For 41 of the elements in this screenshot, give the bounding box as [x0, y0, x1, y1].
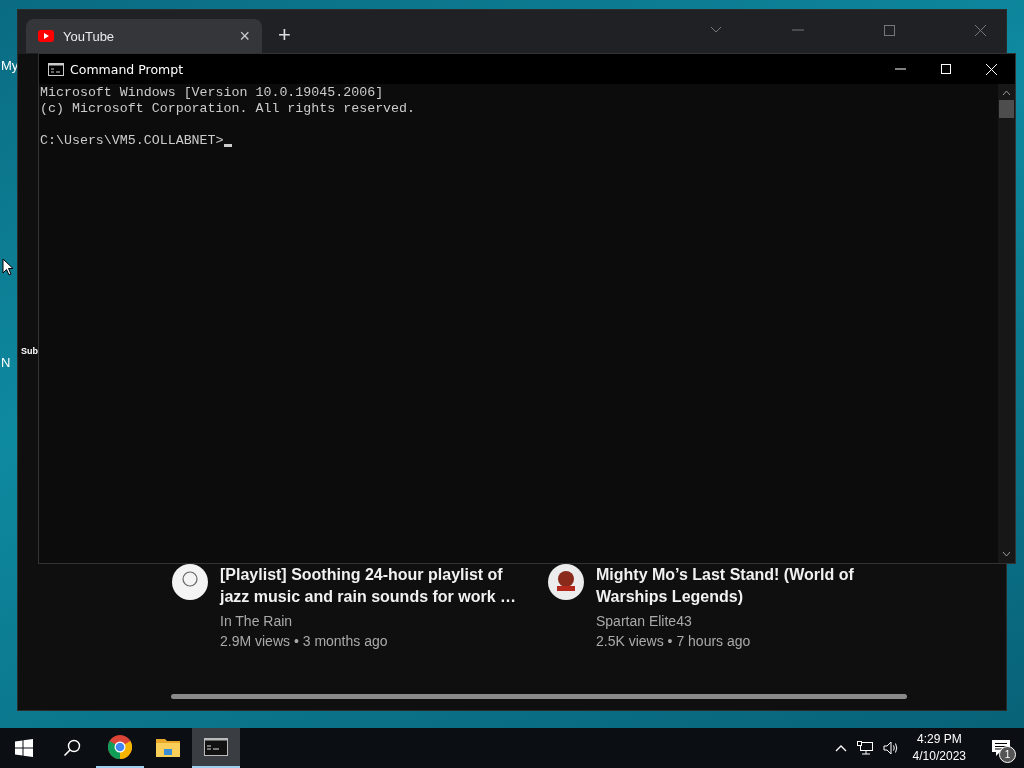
tab-title: YouTube: [63, 28, 116, 44]
sidebar-label[interactable]: Sub: [21, 346, 38, 356]
video-stats: 2.5K views • 7 hours ago: [596, 632, 752, 651]
mouse-cursor-icon: [2, 258, 14, 276]
command-prompt: C:\Users\VM5.COLLABNET>: [40, 133, 224, 149]
channel-avatar-icon[interactable]: [548, 564, 584, 600]
scroll-up-icon[interactable]: [1002, 90, 1011, 96]
desktop-icon-label[interactable]: My: [1, 58, 19, 73]
horizontal-scrollbar[interactable]: [171, 694, 907, 699]
windows-logo-icon: [15, 739, 33, 757]
video-stats: 2.9M views • 3 months ago: [220, 632, 389, 651]
video-title[interactable]: Mighty Mo’s Last Stand! (World of Warships Legends): [596, 564, 896, 608]
new-tab-button[interactable]: +: [278, 22, 291, 48]
notification-count-badge: 1: [999, 746, 1016, 763]
desktop-icon-label[interactable]: N: [1, 355, 11, 370]
video-title[interactable]: [Playlist] Soothing 24-hour playlist of jazz music and rain sounds for work …: [220, 564, 520, 608]
console-icon: [204, 738, 228, 756]
folder-icon: [156, 737, 180, 757]
search-icon: [63, 739, 81, 757]
clock-time[interactable]: 4:29 PM: [916, 731, 962, 748]
clock-date[interactable]: 4/10/2023: [912, 748, 966, 765]
console-output: Microsoft Windows [Version 10.0.19045.2006]: [40, 85, 385, 101]
console-output: (c) Microsoft Corporation. All rights reserved.: [40, 101, 417, 117]
speaker-icon[interactable]: [882, 741, 899, 755]
console-taskbar-button[interactable]: [192, 728, 240, 768]
console-icon: [48, 62, 64, 76]
browser-tab[interactable]: YouTube ×: [26, 19, 262, 53]
show-hidden-icons-icon[interactable]: [834, 744, 847, 752]
channel-avatar-icon[interactable]: [172, 564, 208, 600]
vertical-scrollbar[interactable]: [998, 84, 1015, 563]
channel-name[interactable]: Spartan Elite43: [596, 611, 896, 631]
network-icon[interactable]: [856, 741, 873, 755]
window-title: Command Prompt: [70, 61, 184, 77]
scroll-down-icon[interactable]: [1002, 551, 1011, 557]
browser-logo-icon: [108, 735, 132, 759]
scrollbar-thumb[interactable]: [999, 100, 1014, 118]
text-cursor: [223, 144, 232, 147]
chevron-down-icon[interactable]: [710, 26, 722, 34]
channel-name[interactable]: In The Rain: [220, 611, 520, 631]
close-tab-button[interactable]: ×: [239, 25, 250, 47]
video-play-icon: [38, 30, 54, 42]
